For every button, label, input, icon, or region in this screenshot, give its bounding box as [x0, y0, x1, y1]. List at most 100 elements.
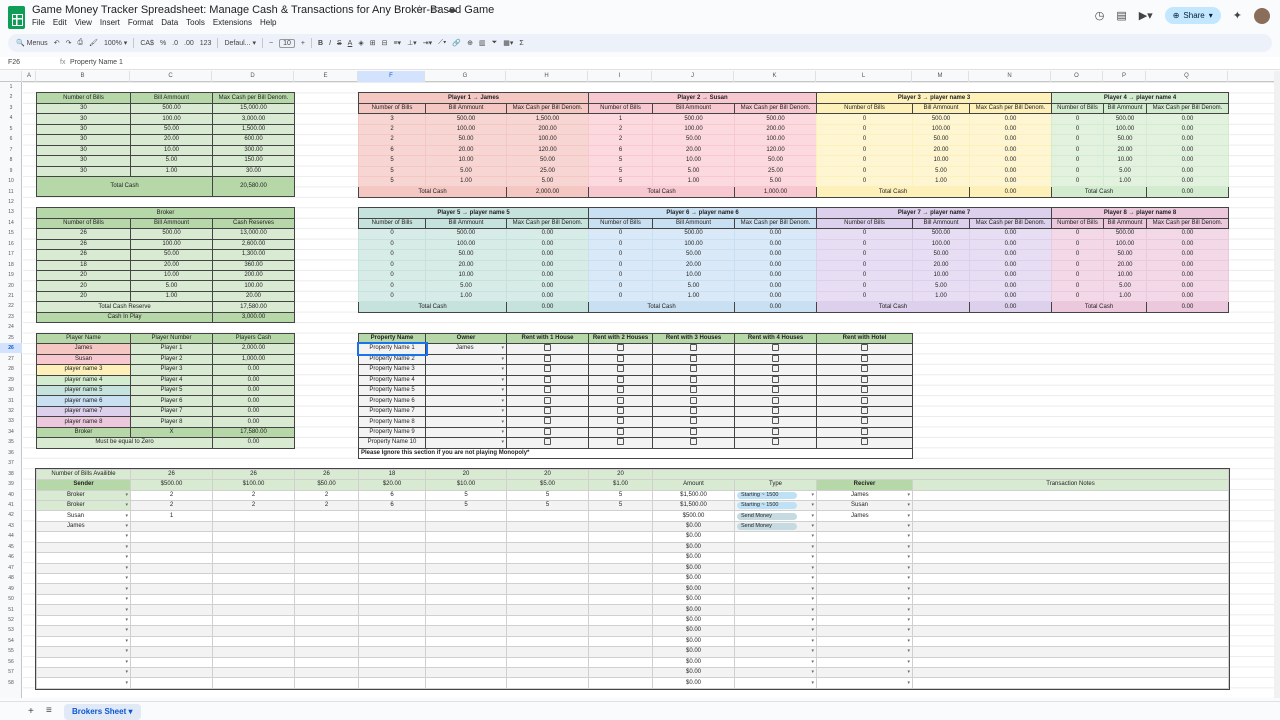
row-header-53[interactable]: 53 — [0, 625, 22, 635]
bill-count-input[interactable] — [130, 677, 213, 689]
cell[interactable]: 10.00 — [130, 269, 213, 282]
bill-count-input[interactable] — [212, 562, 295, 575]
chevron-down-icon[interactable]: ▾ — [501, 397, 504, 405]
bill-count-input[interactable] — [130, 572, 213, 585]
bill-count-cell[interactable]: 2 — [588, 134, 653, 146]
menu-extensions[interactable]: Extensions — [213, 18, 252, 27]
rent-checkbox-cell[interactable] — [588, 343, 653, 355]
bill-count-input[interactable] — [212, 646, 295, 658]
column-header-j[interactable]: J — [652, 71, 734, 82]
type-dropdown[interactable]: ▾ — [734, 656, 817, 668]
cell[interactable]: player name 6 — [36, 395, 131, 407]
cell[interactable]: 1.00 — [130, 290, 213, 303]
row-header-11[interactable]: 11 — [0, 187, 22, 197]
checkbox[interactable] — [544, 344, 551, 352]
bill-count-input[interactable] — [506, 562, 589, 575]
bill-count-cell[interactable]: 0 — [588, 280, 653, 292]
cell[interactable]: 18 — [36, 259, 131, 272]
chevron-down-icon[interactable]: ▾ — [125, 491, 128, 499]
row-header-28[interactable]: 28 — [0, 364, 22, 374]
row-header-32[interactable]: 32 — [0, 406, 22, 416]
bill-count-input[interactable] — [212, 604, 295, 616]
checkbox[interactable] — [861, 407, 868, 415]
chevron-down-icon[interactable]: ▾ — [125, 616, 128, 624]
rent-checkbox-cell[interactable] — [588, 384, 653, 397]
row-header-45[interactable]: 45 — [0, 542, 22, 552]
chevron-down-icon[interactable]: ▾ — [811, 668, 814, 676]
version-history-icon[interactable]: ◷ — [1095, 9, 1105, 22]
type-dropdown[interactable]: Starting ~ 1500 ▾ — [734, 489, 817, 501]
rent-checkbox-cell[interactable] — [506, 405, 589, 418]
bill-count-input[interactable] — [588, 510, 653, 522]
sender-dropdown[interactable]: ▾ — [36, 562, 131, 575]
transaction-notes-input[interactable] — [912, 593, 1229, 606]
sender-dropdown[interactable]: Susan ▾ — [36, 510, 131, 522]
cell[interactable]: 50.00 — [130, 249, 213, 261]
chevron-down-icon[interactable]: ▾ — [811, 606, 814, 614]
bill-count-input[interactable] — [294, 656, 359, 668]
bill-count-input[interactable] — [425, 562, 507, 575]
chevron-down-icon[interactable]: ▾ — [501, 376, 504, 384]
checkbox[interactable] — [617, 428, 624, 435]
property-name-cell[interactable]: Property Name 10 — [358, 437, 426, 449]
rent-checkbox-cell[interactable] — [816, 426, 913, 439]
rent-checkbox-cell[interactable] — [652, 343, 735, 355]
receiver-dropdown[interactable]: ▾ — [816, 562, 913, 575]
transaction-notes-input[interactable] — [912, 677, 1229, 689]
bill-count-input[interactable]: 5 — [588, 499, 653, 512]
sender-dropdown[interactable]: ▾ — [36, 677, 131, 689]
bill-count-input[interactable] — [294, 531, 359, 543]
chevron-down-icon[interactable]: ▾ — [811, 512, 814, 520]
transaction-notes-input[interactable] — [912, 531, 1229, 543]
name-box[interactable]: F26 — [8, 59, 20, 66]
bill-count-input[interactable] — [425, 656, 507, 668]
property-name-cell[interactable]: Property Name 8 — [358, 416, 426, 428]
bill-count-input[interactable] — [506, 593, 589, 606]
receiver-dropdown[interactable]: ▾ — [816, 552, 913, 564]
bill-count-input[interactable] — [130, 666, 213, 679]
bill-count-input[interactable] — [425, 604, 507, 616]
cell-area[interactable]: Number of Bills Bill Ammount Max Cash per … — [23, 82, 1274, 698]
rent-checkbox-cell[interactable] — [506, 437, 589, 449]
checkbox[interactable] — [617, 417, 624, 425]
checkbox[interactable] — [544, 417, 551, 425]
row-header-57[interactable]: 57 — [0, 667, 22, 677]
bill-count-input[interactable] — [506, 583, 589, 595]
column-header-c[interactable]: C — [130, 71, 212, 82]
property-name-cell[interactable]: Property Name 4 — [358, 374, 426, 387]
bill-count-cell[interactable]: 0 — [816, 144, 913, 157]
checkbox[interactable] — [617, 365, 624, 373]
sender-dropdown[interactable]: ▾ — [36, 646, 131, 658]
row-header-26[interactable]: 26 — [0, 343, 22, 354]
cell[interactable]: 30 — [36, 165, 131, 177]
bill-count-input[interactable]: 5 — [588, 489, 653, 501]
cell[interactable]: 20.00 — [130, 134, 213, 146]
bill-count-cell[interactable]: 0 — [588, 259, 653, 272]
chevron-down-icon[interactable]: ▾ — [811, 679, 814, 687]
bill-count-input[interactable] — [212, 510, 295, 522]
row-header-44[interactable]: 44 — [0, 531, 22, 541]
row-header-5[interactable]: 5 — [0, 124, 22, 134]
sender-dropdown[interactable]: ▾ — [36, 625, 131, 637]
chevron-down-icon[interactable]: ▾ — [811, 658, 814, 666]
bold-icon[interactable]: B — [318, 40, 323, 47]
chevron-down-icon[interactable]: ▾ — [907, 668, 910, 676]
chevron-down-icon[interactable]: ▾ — [501, 355, 504, 363]
bill-count-cell[interactable]: 0 — [1051, 113, 1104, 125]
rent-checkbox-cell[interactable] — [588, 416, 653, 428]
cell[interactable]: 1,000.00 — [212, 353, 295, 366]
checkbox[interactable] — [772, 376, 779, 383]
cell[interactable]: 50.00 — [130, 123, 213, 136]
transaction-notes-input[interactable] — [912, 625, 1229, 637]
row-header-23[interactable]: 23 — [0, 312, 22, 322]
row-header-8[interactable]: 8 — [0, 155, 22, 165]
rent-checkbox-cell[interactable] — [816, 353, 913, 366]
sender-dropdown[interactable]: ▾ — [36, 593, 131, 606]
borders-icon[interactable]: ⊞ — [370, 39, 376, 47]
cell[interactable]: 20 — [36, 290, 131, 303]
checkbox[interactable] — [690, 396, 697, 404]
search-menus[interactable]: 🔍 Menus — [16, 39, 48, 47]
chevron-down-icon[interactable]: ▾ — [907, 637, 910, 645]
sender-dropdown[interactable]: ▾ — [36, 656, 131, 668]
cell[interactable]: 300.00 — [212, 144, 295, 157]
